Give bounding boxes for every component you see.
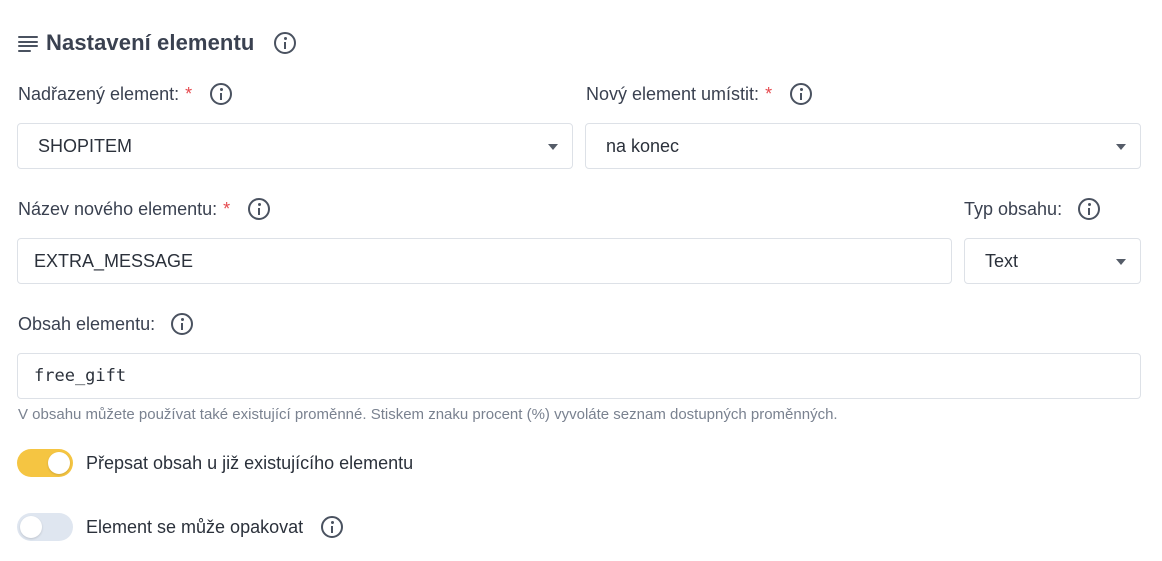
chevron-down-icon: [548, 144, 558, 150]
toggle-knob: [20, 516, 42, 538]
overwrite-toggle[interactable]: [17, 449, 73, 477]
info-icon[interactable]: [321, 516, 344, 538]
repeat-toggle[interactable]: [17, 513, 73, 541]
menu-lines-icon: [18, 35, 38, 52]
info-icon[interactable]: [274, 32, 297, 54]
element-name-value: EXTRA_MESSAGE: [34, 250, 194, 271]
required-mark: *: [223, 198, 231, 219]
content-type-label: Typ obsahu:: [964, 198, 1063, 219]
element-name-label: Název nového elementu:: [18, 198, 218, 219]
info-icon[interactable]: [248, 198, 271, 220]
parent-element-select[interactable]: SHOPITEM: [17, 123, 573, 169]
content-input[interactable]: free_gift: [17, 353, 1141, 399]
content-type-label-row: Typ obsahu:: [964, 197, 1101, 221]
toggle-knob: [48, 452, 70, 474]
content-hint: V obsahu můžete používat také existující…: [18, 406, 838, 423]
required-mark: *: [185, 83, 193, 104]
content-type-select[interactable]: Text: [964, 238, 1141, 284]
repeat-toggle-label-row: Element se může opakovat: [86, 513, 344, 541]
info-icon[interactable]: [1078, 198, 1101, 220]
content-type-value: Text: [985, 250, 1019, 271]
required-mark: *: [765, 83, 773, 104]
info-icon[interactable]: [210, 83, 233, 105]
chevron-down-icon: [1116, 144, 1126, 150]
placement-value: na konec: [606, 135, 680, 156]
section-header: Nastavení elementu: [18, 28, 297, 58]
parent-element-label: Nadřazený element:: [18, 83, 180, 104]
chevron-down-icon: [1116, 259, 1126, 265]
repeat-toggle-label: Element se může opakovat: [86, 516, 304, 537]
placement-label: Nový element umístit:: [586, 83, 760, 104]
element-name-label-row: Název nového elementu: *: [18, 197, 271, 221]
parent-element-value: SHOPITEM: [38, 135, 133, 156]
section-title: Nastavení elementu: [46, 30, 255, 55]
parent-element-label-row: Nadřazený element: *: [18, 82, 233, 106]
overwrite-toggle-label: Přepsat obsah u již existujícího element…: [86, 452, 414, 473]
placement-select[interactable]: na konec: [585, 123, 1141, 169]
content-label: Obsah elementu:: [18, 313, 156, 334]
content-label-row: Obsah elementu:: [18, 312, 194, 336]
info-icon[interactable]: [790, 83, 813, 105]
content-value: free_gift: [34, 366, 127, 386]
placement-label-row: Nový element umístit: *: [586, 82, 813, 106]
element-name-input[interactable]: EXTRA_MESSAGE: [17, 238, 952, 284]
info-icon[interactable]: [171, 313, 194, 335]
